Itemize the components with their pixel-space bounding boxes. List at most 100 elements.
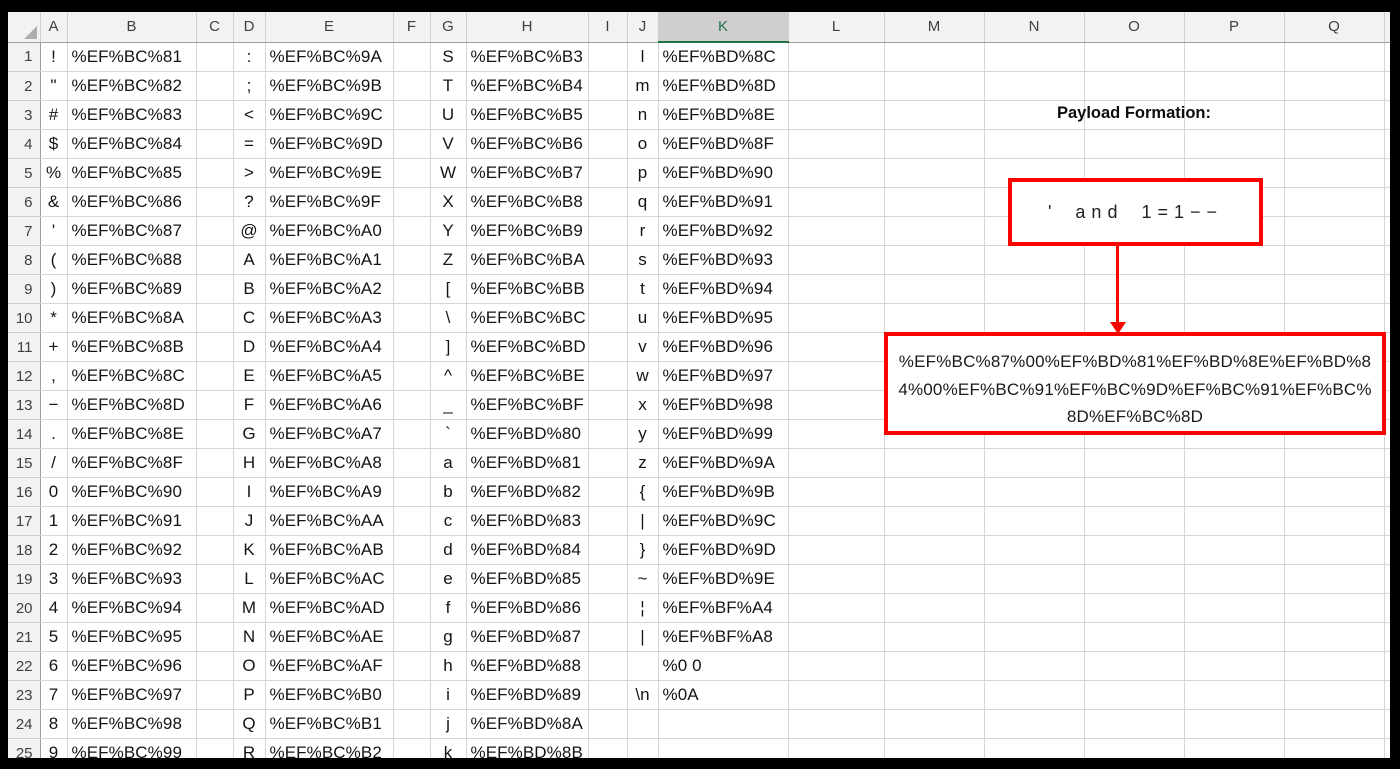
column-header-N[interactable]: N (984, 12, 1085, 43)
cell-A4[interactable]: $ (40, 129, 68, 159)
payload-encoded-box[interactable]: %EF%BC%87%00%EF%BD%81%EF%BD%8E%EF%BD%8 4… (884, 332, 1386, 435)
cell-G17[interactable]: c (430, 506, 467, 536)
cell-H17[interactable]: %EF%BD%83 (466, 506, 589, 536)
cell-F3[interactable] (393, 100, 431, 130)
cell-B22[interactable]: %EF%BC%96 (67, 651, 197, 681)
cell-Q18[interactable] (1284, 535, 1385, 565)
cell-Q21[interactable] (1284, 622, 1385, 652)
cell-K3[interactable]: %EF%BD%8E (658, 100, 789, 130)
cell-M2[interactable] (884, 71, 985, 101)
cell-J4[interactable]: o (627, 129, 659, 159)
cell-I17[interactable] (588, 506, 628, 536)
cell-B15[interactable]: %EF%BC%8F (67, 448, 197, 478)
cell-B13[interactable]: %EF%BC%8D (67, 390, 197, 420)
cell-D14[interactable]: G (233, 419, 266, 449)
cell-I25[interactable] (588, 738, 628, 758)
cell-G24[interactable]: j (430, 709, 467, 739)
cell-N18[interactable] (984, 535, 1085, 565)
cell-L19[interactable] (788, 564, 885, 594)
cell-A23[interactable]: 7 (40, 680, 68, 710)
row-header-4[interactable]: 4 (8, 129, 41, 159)
cell-K24[interactable] (658, 709, 789, 739)
cell-E20[interactable]: %EF%BC%AD (265, 593, 394, 623)
cell-L21[interactable] (788, 622, 885, 652)
cell-A22[interactable]: 6 (40, 651, 68, 681)
row-header-24[interactable]: 24 (8, 709, 41, 739)
cell-O1[interactable] (1084, 42, 1185, 72)
cell-D3[interactable]: < (233, 100, 266, 130)
row-header-25[interactable]: 25 (8, 738, 41, 758)
cell-A10[interactable]: * (40, 303, 68, 333)
cell-A25[interactable]: 9 (40, 738, 68, 758)
cell-G18[interactable]: d (430, 535, 467, 565)
column-header-G[interactable]: G (430, 12, 467, 43)
cell-J2[interactable]: m (627, 71, 659, 101)
cell-M22[interactable] (884, 651, 985, 681)
cell-L4[interactable] (788, 129, 885, 159)
row-header-6[interactable]: 6 (8, 187, 41, 217)
cell-B5[interactable]: %EF%BC%85 (67, 158, 197, 188)
cell-B9[interactable]: %EF%BC%89 (67, 274, 197, 304)
cell-K12[interactable]: %EF%BD%97 (658, 361, 789, 391)
cell-I4[interactable] (588, 129, 628, 159)
cell-N16[interactable] (984, 477, 1085, 507)
cell-P23[interactable] (1184, 680, 1285, 710)
cell-K15[interactable]: %EF%BD%9A (658, 448, 789, 478)
row-header-12[interactable]: 12 (8, 361, 41, 391)
cell-P4[interactable] (1184, 129, 1285, 159)
row-header-13[interactable]: 13 (8, 390, 41, 420)
column-header-I[interactable]: I (588, 12, 628, 43)
cell-D8[interactable]: A (233, 245, 266, 275)
cell-H3[interactable]: %EF%BC%B5 (466, 100, 589, 130)
cell-I23[interactable] (588, 680, 628, 710)
cell-P21[interactable] (1184, 622, 1285, 652)
cell-N22[interactable] (984, 651, 1085, 681)
cell-K25[interactable] (658, 738, 789, 758)
cell-P25[interactable] (1184, 738, 1285, 758)
cell-E23[interactable]: %EF%BC%B0 (265, 680, 394, 710)
cell-J5[interactable]: p (627, 158, 659, 188)
cell-N20[interactable] (984, 593, 1085, 623)
cell-I8[interactable] (588, 245, 628, 275)
cell-M20[interactable] (884, 593, 985, 623)
column-header-Q[interactable]: Q (1284, 12, 1385, 43)
cell-A17[interactable]: 1 (40, 506, 68, 536)
cell-L3[interactable] (788, 100, 885, 130)
cell-P2[interactable] (1184, 71, 1285, 101)
cell-H10[interactable]: %EF%BC%BC (466, 303, 589, 333)
cell-G15[interactable]: a (430, 448, 467, 478)
cell-E5[interactable]: %EF%BC%9E (265, 158, 394, 188)
cell-H9[interactable]: %EF%BC%BB (466, 274, 589, 304)
cell-H4[interactable]: %EF%BC%B6 (466, 129, 589, 159)
cell-O17[interactable] (1084, 506, 1185, 536)
cell-M10[interactable] (884, 303, 985, 333)
cell-A5[interactable]: % (40, 158, 68, 188)
cell-O24[interactable] (1084, 709, 1185, 739)
cell-A21[interactable]: 5 (40, 622, 68, 652)
cell-D19[interactable]: L (233, 564, 266, 594)
cell-B20[interactable]: %EF%BC%94 (67, 593, 197, 623)
cell-M19[interactable] (884, 564, 985, 594)
cell-N1[interactable] (984, 42, 1085, 72)
cell-F22[interactable] (393, 651, 431, 681)
cell-D1[interactable]: : (233, 42, 266, 72)
cell-C14[interactable] (196, 419, 234, 449)
cell-F2[interactable] (393, 71, 431, 101)
cell-A18[interactable]: 2 (40, 535, 68, 565)
cell-G20[interactable]: f (430, 593, 467, 623)
cell-C13[interactable] (196, 390, 234, 420)
cell-B3[interactable]: %EF%BC%83 (67, 100, 197, 130)
cell-M17[interactable] (884, 506, 985, 536)
cell-G25[interactable]: k (430, 738, 467, 758)
cell-C24[interactable] (196, 709, 234, 739)
cell-O2[interactable] (1084, 71, 1185, 101)
cell-D10[interactable]: C (233, 303, 266, 333)
cell-Q22[interactable] (1284, 651, 1385, 681)
cell-E7[interactable]: %EF%BC%A0 (265, 216, 394, 246)
cell-G10[interactable]: \ (430, 303, 467, 333)
cell-L24[interactable] (788, 709, 885, 739)
cell-E9[interactable]: %EF%BC%A2 (265, 274, 394, 304)
cell-N9[interactable] (984, 274, 1085, 304)
row-header-5[interactable]: 5 (8, 158, 41, 188)
cell-H5[interactable]: %EF%BC%B7 (466, 158, 589, 188)
